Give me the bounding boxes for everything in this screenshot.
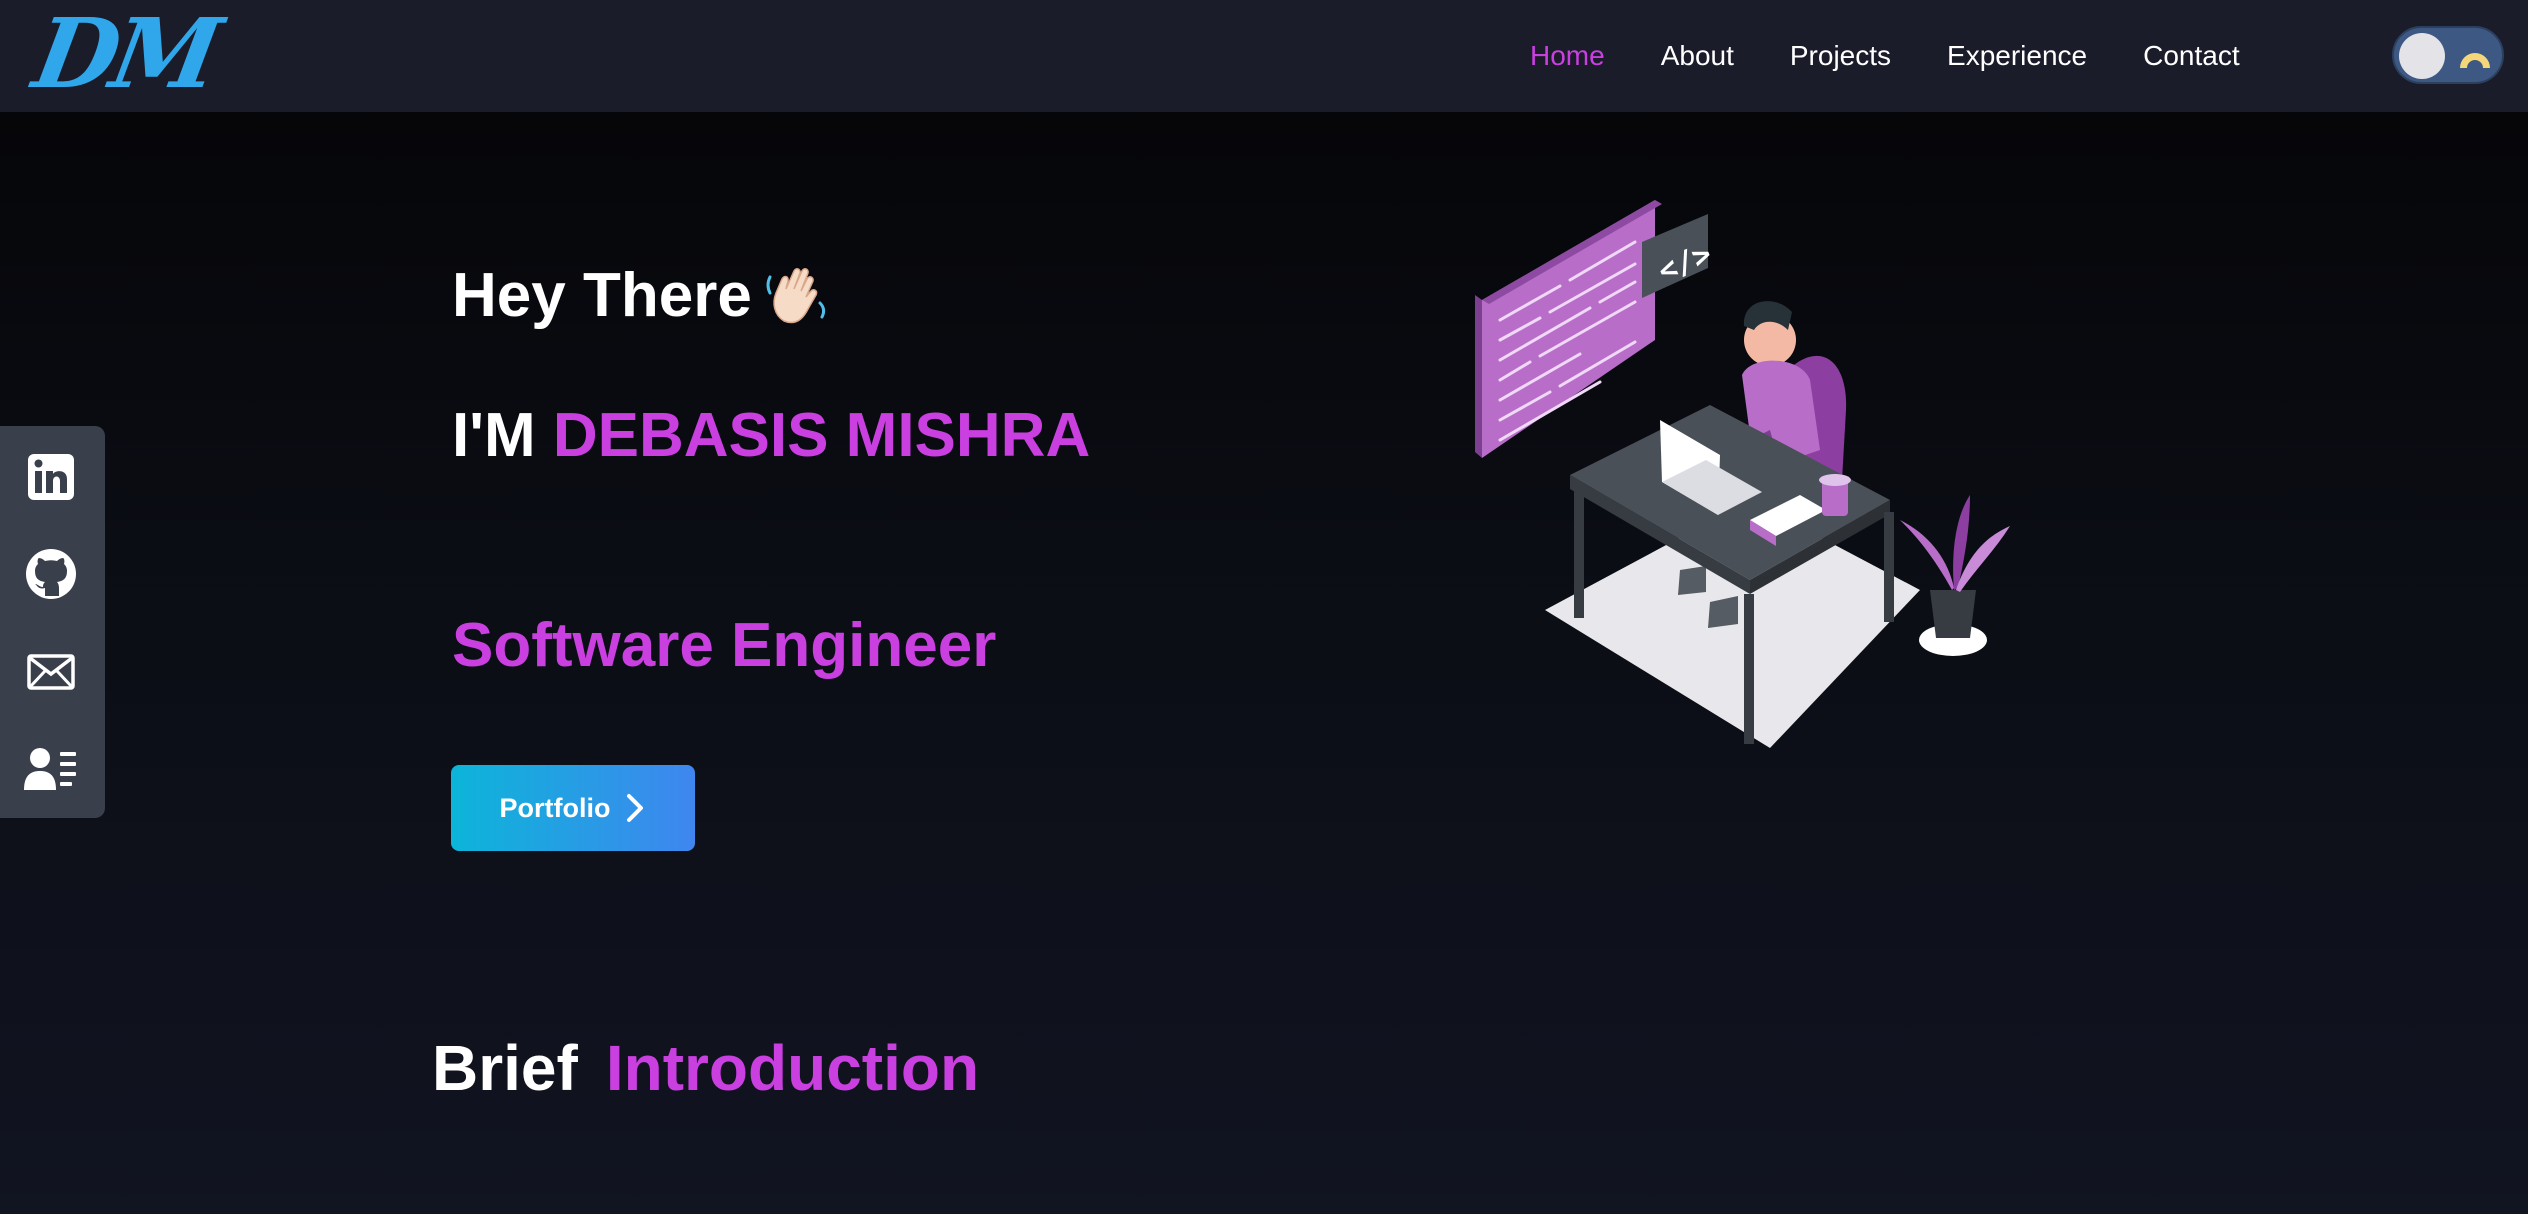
section-title-word1: Brief — [432, 1032, 578, 1104]
nav-links: Home About Projects Experience Contact — [1530, 0, 2296, 112]
nav-link-home[interactable]: Home — [1530, 40, 1605, 72]
github-icon — [26, 549, 76, 599]
theme-toggle[interactable] — [2392, 26, 2504, 84]
navbar: DM Home About Projects Experience Contac… — [0, 0, 2528, 112]
page: DM Home About Projects Experience Contac… — [0, 0, 2528, 1214]
waving-hand-icon — [766, 268, 825, 324]
hero-greeting: Hey There — [452, 256, 830, 336]
portfolio-button-label: Portfolio — [499, 792, 611, 823]
contact-card-icon — [24, 748, 76, 790]
moon-icon — [2460, 53, 2490, 68]
toggle-knob — [2399, 33, 2445, 79]
linkedin-icon — [28, 454, 74, 500]
name-prefix: I'M — [452, 401, 553, 470]
nav-link-projects[interactable]: Projects — [1790, 40, 1891, 72]
email-link[interactable] — [22, 643, 80, 701]
developer-at-desk-illustration: </> — [1475, 200, 2010, 748]
portfolio-button[interactable]: Portfolio — [451, 765, 695, 851]
greeting-text: Hey There — [452, 261, 752, 330]
nav-link-experience[interactable]: Experience — [1947, 40, 2087, 72]
nav-link-contact[interactable]: Contact — [2143, 40, 2240, 72]
nav-link-about[interactable]: About — [1661, 40, 1734, 72]
section-title-word2: Introduction — [605, 1032, 980, 1104]
mail-icon — [27, 654, 75, 690]
hero-role: Software Engineer — [452, 611, 997, 680]
linkedin-link[interactable] — [22, 448, 80, 506]
social-sidebar — [0, 426, 105, 818]
logo[interactable]: DM — [26, 0, 223, 110]
resume-link[interactable] — [22, 740, 80, 798]
name-highlight: DEBASIS MISHRA — [552, 401, 1091, 470]
section-title: Brief Introduction — [432, 1028, 979, 1108]
github-link[interactable] — [22, 545, 80, 603]
hero-name: I'M DEBASIS MISHRA — [452, 396, 1090, 476]
chevron-right-icon — [627, 794, 644, 822]
